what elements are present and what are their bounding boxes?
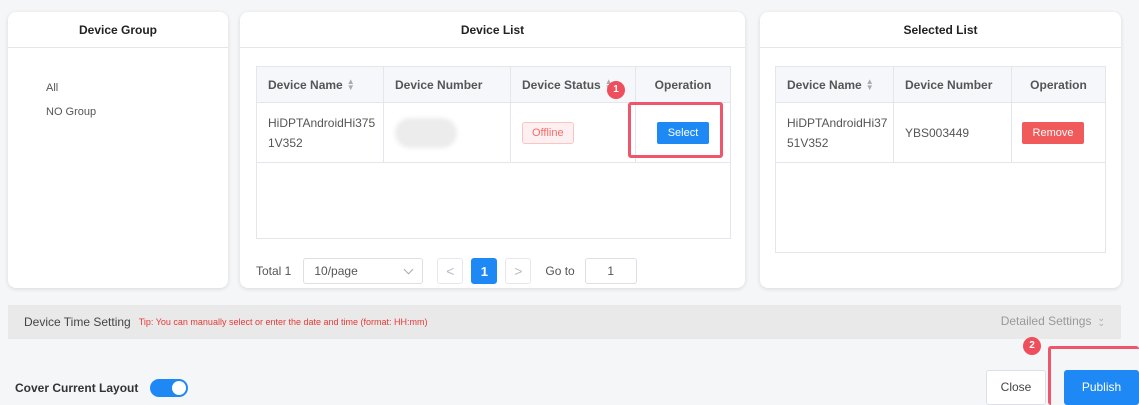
empty-cell <box>256 162 731 239</box>
step-badge-1: 1 <box>607 81 625 99</box>
sort-icon[interactable]: ▲▼ <box>347 78 355 92</box>
device-status-cell: Offline <box>510 102 636 163</box>
remove-button[interactable]: Remove <box>1022 121 1084 144</box>
group-item-no-group[interactable]: NO Group <box>8 100 228 124</box>
device-time-setting-bar: Device Time Setting Tip: You can manuall… <box>8 305 1121 339</box>
page-button-current[interactable]: 1 <box>471 258 498 284</box>
time-setting-label: Device Time Setting <box>24 315 131 329</box>
column-operation: Operation <box>1011 66 1106 103</box>
table-header-row: Device Name ▲ ▼ Device Number Device Statu… <box>256 66 731 103</box>
status-badge: Offline <box>522 121 574 144</box>
column-label: Operation <box>654 77 712 92</box>
highlight-box-select <box>628 102 723 158</box>
column-label: Device Name <box>268 77 343 92</box>
table-header-row: Device Name ▲ ▼ Device Number Operation <box>775 66 1106 103</box>
highlight-box-publish <box>1048 346 1139 405</box>
close-button[interactable]: Close <box>986 370 1046 405</box>
time-setting-tip: Tip: You can manually select or enter th… <box>138 317 428 327</box>
column-label: Device Status <box>522 77 601 92</box>
device-name-line1: HiDPTAndroidHi375 <box>268 115 376 130</box>
next-page-button[interactable]: > <box>505 258 532 284</box>
column-label: Device Number <box>905 77 993 92</box>
page-size-value: 10/page <box>314 264 358 278</box>
step-badge-2: 2 <box>1023 337 1041 355</box>
cover-layout-toggle[interactable] <box>150 379 188 397</box>
device-name-cell: HiDPTAndroidHi37 51V352 <box>775 102 894 163</box>
column-device-name[interactable]: Device Name ▲ ▼ <box>256 66 384 103</box>
pagination: Total 1 10/page < 1 > Go to 1 <box>256 258 637 284</box>
device-number-cell: YBS003449 <box>893 102 1012 163</box>
column-operation: Operation <box>635 66 731 103</box>
column-label: Device Number <box>395 77 483 92</box>
table-row: HiDPTAndroidHi37 51V352 YBS003449 Remove <box>775 102 1106 163</box>
device-name-line2: 51V352 <box>787 135 829 150</box>
empty-table-area <box>775 162 1106 253</box>
sort-icon[interactable]: ▲▼ <box>866 78 874 92</box>
double-chevron-down-icon: ⌄ ⌄ <box>1097 313 1105 328</box>
chevron-down-icon <box>403 264 414 274</box>
goto-label: Go to <box>545 264 575 278</box>
detailed-settings-label: Detailed Settings <box>1000 314 1092 328</box>
group-item-all[interactable]: All <box>8 76 228 100</box>
device-name-line1: HiDPTAndroidHi37 <box>787 115 888 130</box>
selected-list-table: Device Name ▲ ▼ Device Number Operation Hi… <box>775 66 1106 253</box>
selected-list-title: Selected List <box>760 12 1121 48</box>
redacted-device-number <box>395 117 457 148</box>
column-label: Device Name <box>787 77 862 92</box>
total-count: Total 1 <box>256 264 292 278</box>
device-name-line2: 1V352 <box>268 135 303 150</box>
device-number-cell <box>383 102 511 163</box>
cover-layout-label: Cover Current Layout <box>15 381 139 395</box>
goto-page-input[interactable]: 1 <box>584 258 637 284</box>
prev-page-button[interactable]: < <box>437 258 464 284</box>
device-group-panel: Device Group All NO Group <box>8 12 228 288</box>
column-device-name[interactable]: Device Name ▲ ▼ <box>775 66 894 103</box>
column-label: Operation <box>1030 77 1087 92</box>
empty-table-area <box>256 162 731 239</box>
selected-list-panel: Selected List Device Name ▲ ▼ Device Numbe… <box>760 12 1121 288</box>
operation-cell: Remove <box>1011 102 1106 163</box>
column-device-number: Device Number <box>893 66 1012 103</box>
group-list: All NO Group <box>8 76 228 124</box>
detailed-settings-toggle[interactable]: Detailed Settings ⌄ ⌄ <box>1000 313 1105 329</box>
device-group-title: Device Group <box>8 12 228 48</box>
column-device-number: Device Number <box>383 66 511 103</box>
empty-cell <box>775 162 1106 253</box>
device-list-title: Device List <box>240 12 745 48</box>
toggle-knob <box>172 381 186 395</box>
device-name-cell: HiDPTAndroidHi375 1V352 <box>256 102 384 163</box>
page-size-select[interactable]: 10/page <box>303 258 424 284</box>
